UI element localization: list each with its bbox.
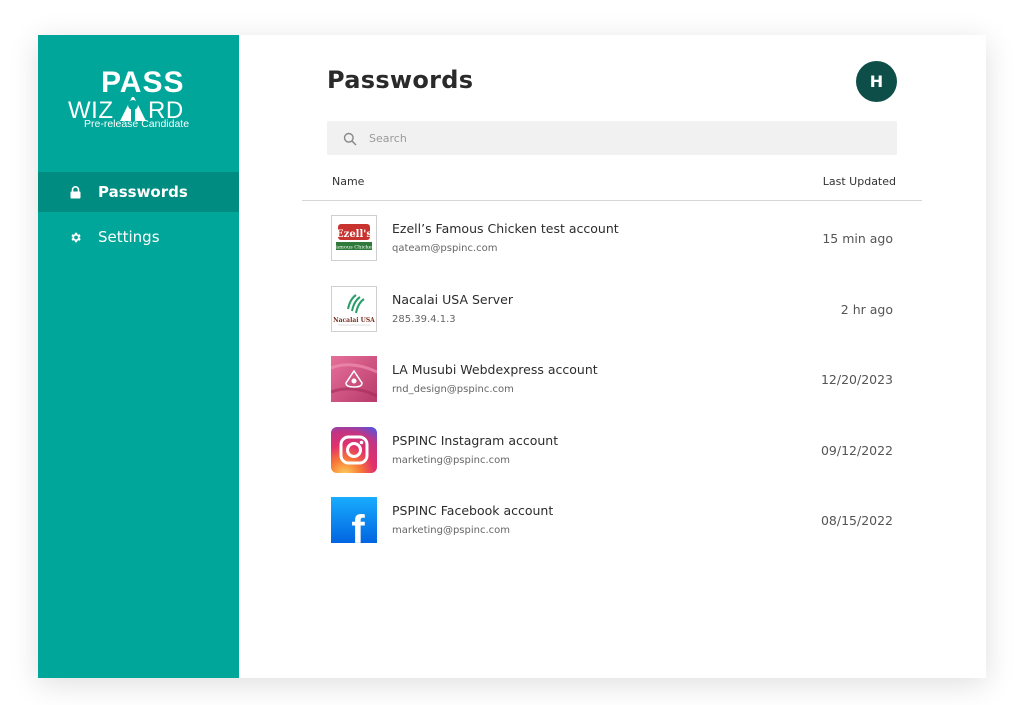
sidebar-item-label: Settings <box>98 228 160 246</box>
svg-text:Famous Chicken: Famous Chicken <box>333 245 376 251</box>
password-list: Ezell's Famous Chicken Ezell’s Famous Ch… <box>331 215 895 568</box>
item-subtitle: qateam@pspinc.com <box>392 243 498 254</box>
lock-icon <box>68 185 82 199</box>
item-subtitle: marketing@pspinc.com <box>392 454 511 466</box>
item-title: PSPINC Facebook account <box>392 503 554 518</box>
column-header-last-updated[interactable]: Last Updated <box>799 175 896 188</box>
page-title: Passwords <box>327 66 474 94</box>
item-title: Ezell’s Famous Chicken test account <box>392 221 619 236</box>
item-last-updated: 08/15/2022 <box>820 513 893 528</box>
search-bar[interactable] <box>327 121 897 155</box>
nacalai-logo: Nacalai USA <box>331 285 377 332</box>
column-header-name[interactable]: Name <box>332 175 364 188</box>
facebook-logo: f <box>331 497 377 543</box>
list-item[interactable]: PSPINC Instagram account marketing@pspin… <box>331 426 895 498</box>
header-divider <box>302 200 922 201</box>
main-content: Passwords H Name Last Updated Ezell's <box>239 35 986 678</box>
list-item[interactable]: LA Musubi Webdexpress account rnd_design… <box>331 356 895 427</box>
logo-pass: PASS <box>101 67 184 99</box>
search-input[interactable] <box>367 130 871 146</box>
item-title: Nacalai USA Server <box>392 291 513 307</box>
list-item[interactable]: Ezell's Famous Chicken Ezell’s Famous Ch… <box>331 215 895 286</box>
sidebar-item-label: Passwords <box>98 183 188 201</box>
list-item[interactable]: Nacalai USA Nacalai USA Server 285.39.4.… <box>331 285 895 357</box>
svg-text:Nacalai USA: Nacalai USA <box>333 317 375 324</box>
ezells-logo: Ezell's Famous Chicken <box>331 215 377 261</box>
sidebar-item-settings[interactable]: Settings <box>38 217 239 257</box>
svg-text:f: f <box>351 508 365 543</box>
item-subtitle: marketing@pspinc.com <box>392 525 511 536</box>
item-title: PSPINC Instagram account <box>392 432 559 448</box>
app-window: PASS WIZ RD Pre-release Candidate Passwo… <box>38 35 986 678</box>
sidebar: PASS WIZ RD Pre-release Candidate Passwo… <box>38 35 239 678</box>
item-last-updated: 12/20/2023 <box>820 372 893 387</box>
instagram-logo <box>331 426 377 473</box>
search-icon <box>343 131 357 146</box>
list-item[interactable]: f PSPINC Facebook account marketing@pspi… <box>331 497 895 568</box>
item-title: LA Musubi Webdexpress account <box>392 362 598 377</box>
item-last-updated: 2 hr ago <box>840 301 893 317</box>
sidebar-item-passwords[interactable]: Passwords <box>38 172 239 212</box>
item-subtitle: rnd_design@pspinc.com <box>392 384 514 395</box>
la-musubi-logo <box>331 356 377 402</box>
avatar[interactable]: H <box>856 61 897 102</box>
logo-tagline: Pre-release Candidate <box>84 118 190 130</box>
gear-icon <box>68 230 82 244</box>
item-last-updated: 15 min ago <box>822 231 893 246</box>
item-last-updated: 09/12/2022 <box>820 442 893 458</box>
item-subtitle: 285.39.4.1.3 <box>392 313 456 325</box>
svg-text:Ezell's: Ezell's <box>336 229 372 240</box>
